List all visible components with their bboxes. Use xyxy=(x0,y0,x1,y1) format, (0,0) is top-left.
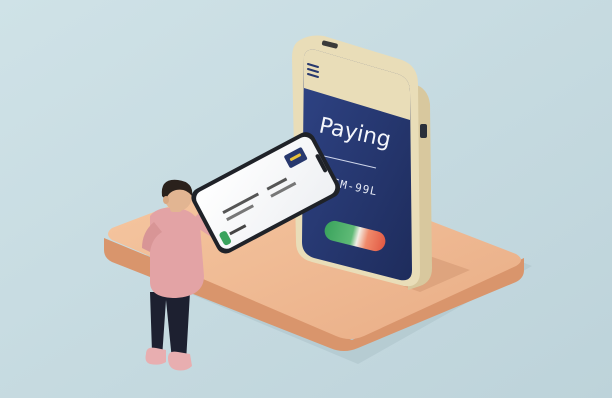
illustration-scene: Paying SM-99L xyxy=(0,0,612,398)
person-ear xyxy=(163,196,169,204)
person-shoe-right xyxy=(168,351,192,371)
kiosk-side-button xyxy=(420,124,427,138)
person-shoe-left xyxy=(145,347,166,365)
